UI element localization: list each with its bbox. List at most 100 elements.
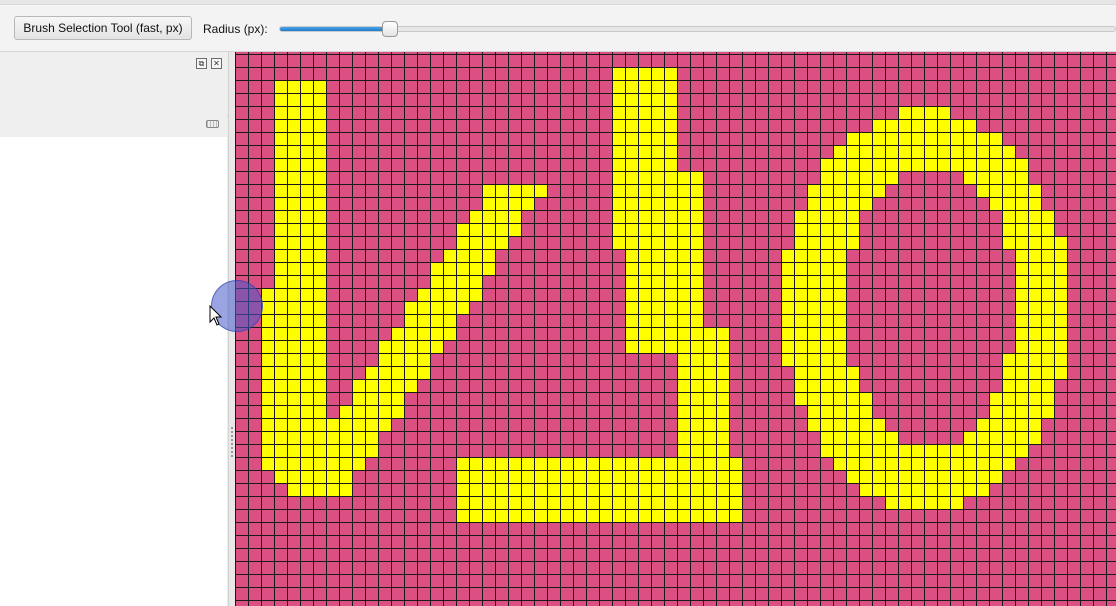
drag-handle-icon[interactable] [206, 120, 219, 128]
selected-pixel [638, 509, 651, 522]
selected-pixel [976, 145, 989, 158]
selected-pixel [885, 431, 898, 444]
selected-pixel [924, 457, 937, 470]
splitter-grip-icon[interactable] [231, 427, 233, 457]
selected-pixel [274, 314, 287, 327]
selected-pixel [1054, 353, 1067, 366]
radius-slider-thumb[interactable] [382, 21, 398, 37]
selected-pixel [950, 119, 963, 132]
selected-pixel [274, 262, 287, 275]
selected-pixel [352, 392, 365, 405]
selected-pixel [625, 457, 638, 470]
selected-pixel [287, 210, 300, 223]
close-icon[interactable]: ✕ [211, 58, 222, 69]
selected-pixel [625, 106, 638, 119]
selected-pixel [274, 405, 287, 418]
selected-pixel [976, 132, 989, 145]
selected-pixel [469, 483, 482, 496]
selected-pixel [573, 496, 586, 509]
selected-pixel [976, 483, 989, 496]
selected-pixel [924, 483, 937, 496]
selected-pixel [677, 366, 690, 379]
selected-pixel [820, 431, 833, 444]
image-canvas[interactable] [235, 52, 1116, 606]
selected-pixel [417, 340, 430, 353]
pixel-grid[interactable] [235, 52, 1116, 606]
selected-pixel [573, 457, 586, 470]
selected-pixel [807, 418, 820, 431]
selected-pixel [495, 470, 508, 483]
selected-pixel [417, 288, 430, 301]
radius-slider[interactable] [279, 26, 1116, 32]
selected-pixel [300, 353, 313, 366]
selected-pixel [274, 80, 287, 93]
selected-pixel [300, 366, 313, 379]
selected-pixel [859, 392, 872, 405]
selected-pixel [781, 327, 794, 340]
selected-pixel [287, 366, 300, 379]
selected-pixel [677, 496, 690, 509]
selected-pixel [300, 145, 313, 158]
selected-pixel [664, 314, 677, 327]
selected-pixel [950, 145, 963, 158]
selected-pixel [287, 392, 300, 405]
selected-pixel [677, 262, 690, 275]
selected-pixel [638, 197, 651, 210]
selected-pixel [495, 184, 508, 197]
selected-pixel [859, 197, 872, 210]
selected-pixel [638, 288, 651, 301]
selected-pixel [846, 470, 859, 483]
selected-pixel [872, 431, 885, 444]
selected-pixel [261, 379, 274, 392]
selected-pixel [690, 457, 703, 470]
selected-pixel [651, 327, 664, 340]
selected-pixel [833, 444, 846, 457]
selected-pixel [300, 93, 313, 106]
selected-pixel [313, 353, 326, 366]
selected-pixel [612, 236, 625, 249]
selected-pixel [456, 236, 469, 249]
selected-pixel [365, 431, 378, 444]
selected-pixel [456, 496, 469, 509]
selected-pixel [1028, 340, 1041, 353]
selected-pixel [690, 509, 703, 522]
float-icon[interactable]: ⧉ [196, 58, 207, 69]
selected-pixel [300, 197, 313, 210]
selected-pixel [638, 262, 651, 275]
selected-pixel [508, 457, 521, 470]
selected-pixel [287, 80, 300, 93]
selected-pixel [677, 340, 690, 353]
brush-selection-tool-button[interactable]: Brush Selection Tool (fast, px) [14, 16, 192, 40]
selected-pixel [1015, 158, 1028, 171]
selected-pixel [664, 80, 677, 93]
selected-pixel [560, 483, 573, 496]
selected-pixel [820, 158, 833, 171]
selected-pixel [651, 249, 664, 262]
selected-pixel [1028, 236, 1041, 249]
selected-pixel [313, 314, 326, 327]
selected-pixel [287, 184, 300, 197]
selected-pixel [547, 496, 560, 509]
panel-sub-header [0, 115, 227, 138]
selected-pixel [781, 288, 794, 301]
selected-pixel [859, 431, 872, 444]
selected-pixel [313, 483, 326, 496]
selected-pixel [820, 327, 833, 340]
selected-pixel [833, 275, 846, 288]
selected-pixel [664, 145, 677, 158]
selected-pixel [911, 444, 924, 457]
selected-pixel [651, 119, 664, 132]
selected-pixel [261, 314, 274, 327]
selected-pixel [833, 314, 846, 327]
selected-pixel [729, 509, 742, 522]
selected-pixel [599, 457, 612, 470]
selected-pixel [807, 223, 820, 236]
selected-pixel [651, 106, 664, 119]
selected-pixel [976, 184, 989, 197]
selected-pixel [898, 457, 911, 470]
selected-pixel [300, 171, 313, 184]
selected-pixel [729, 483, 742, 496]
selected-pixel [1015, 184, 1028, 197]
selected-pixel [274, 327, 287, 340]
selected-pixel [287, 275, 300, 288]
